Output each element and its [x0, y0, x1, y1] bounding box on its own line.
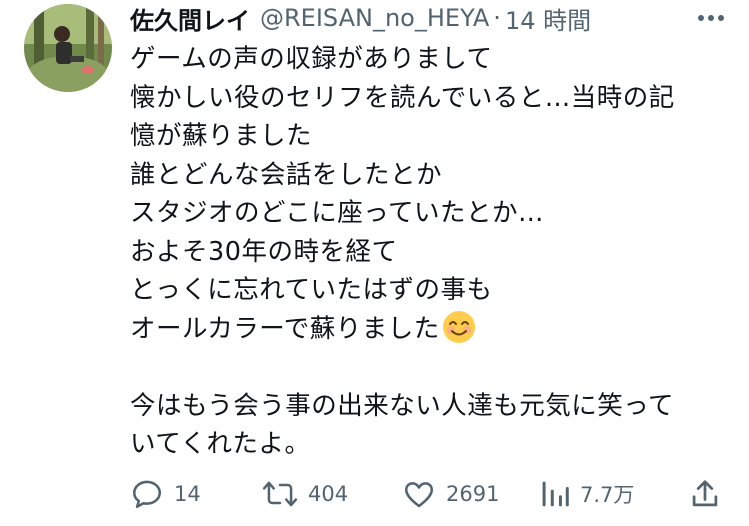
tweet-line: 誰とどんな会話をしたとか [130, 159, 443, 190]
retweet-icon [262, 477, 298, 511]
like-count: 2691 [446, 482, 500, 506]
tweet-line-with-emoji: オールカラーで蘇りました [130, 310, 730, 349]
avatar[interactable] [24, 4, 112, 92]
tweet-line-text: オールカラーで蘇りました [130, 313, 440, 344]
tweet-text: ゲームの声の収録がありまして 懐かしい役のセリフを読んでいると…当時の記 憶が蘇… [130, 40, 730, 464]
tweet-line: 今はもう会う事の出来ない人達も元気に笑って [130, 390, 674, 421]
more-icon[interactable] [691, 4, 731, 32]
like-button[interactable]: 2691 [402, 474, 499, 514]
display-name[interactable]: 佐久間レイ [130, 1, 250, 36]
tweet: 佐久間レイ @REISAN_no_HEYA · 14 時間 ゲームの声の収録があ… [0, 0, 749, 526]
user-handle[interactable]: @REISAN_no_HEYA [260, 4, 489, 32]
tweet-header: 佐久間レイ @REISAN_no_HEYA · 14 時間 [130, 1, 591, 36]
header-separator: · [493, 4, 501, 32]
view-count: 7.7万 [580, 483, 635, 507]
tweet-line: 憶が蘇りました [130, 121, 313, 151]
share-button[interactable] [690, 474, 720, 514]
views-button[interactable]: 7.7万 [540, 474, 634, 514]
share-icon [690, 477, 720, 511]
tweet-line: とっくに忘れていたはずの事も [130, 275, 493, 305]
retweet-button[interactable]: 404 [262, 474, 348, 514]
smiling-face-emoji [442, 310, 476, 356]
tweet-line: スタジオのどこに座っていたとか… [130, 198, 544, 228]
more-dots-graphic [698, 15, 724, 21]
retweet-count: 404 [308, 482, 349, 506]
reply-count: 14 [174, 482, 201, 506]
tweet-line: 懐かしい役のセリフを読んでいると…当時の記 [130, 82, 675, 113]
reply-button[interactable]: 14 [130, 474, 201, 514]
tweet-actions: 14 404 2691 7.7万 [130, 474, 730, 514]
reply-icon [130, 477, 164, 511]
tweet-line: ゲームの声の収録がありまして [130, 44, 493, 74]
timestamp[interactable]: 14 時間 [505, 1, 591, 36]
heart-icon [402, 477, 436, 511]
tweet-line: およそ30年の時を経て [130, 236, 398, 267]
avatar-photo [24, 4, 112, 92]
tweet-line: いてくれたよ。 [130, 429, 311, 459]
views-icon [540, 477, 570, 511]
